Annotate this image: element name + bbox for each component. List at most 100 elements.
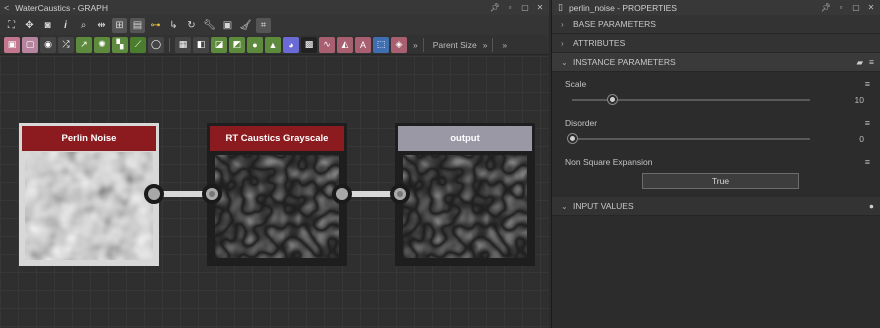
disorder-slider[interactable] xyxy=(572,138,810,140)
node-title: Perlin Noise xyxy=(22,126,156,151)
material-node-icon[interactable]: ◩ xyxy=(229,36,245,53)
perlin-output-port[interactable] xyxy=(144,184,164,204)
scale-options-icon[interactable]: ≡ xyxy=(865,79,870,89)
preset-icon[interactable]: ▰ xyxy=(856,57,863,68)
connector-icon[interactable]: ⊶ xyxy=(148,18,163,33)
overflow-more-button[interactable]: » xyxy=(502,40,507,50)
warp-node-icon[interactable]: ◯ xyxy=(148,36,164,53)
curve-node-icon[interactable]: ↗ xyxy=(76,36,92,53)
caustics-output-port[interactable] xyxy=(332,184,352,204)
sphere-node-icon[interactable]: ● xyxy=(247,36,263,53)
close-icon[interactable]: ✕ xyxy=(535,2,545,12)
toolbar-more-button[interactable]: » xyxy=(413,40,418,50)
output-input-port[interactable] xyxy=(390,184,410,204)
disorder-value[interactable]: 0 xyxy=(859,134,864,144)
export-icon[interactable]: ▣ xyxy=(220,18,235,33)
toolbar-divider xyxy=(169,37,170,52)
blur-node-icon[interactable]: ◉ xyxy=(40,36,56,53)
chevron-down-icon: ⌄ xyxy=(561,57,568,67)
chevron-right-icon: › xyxy=(561,19,564,29)
maximize-icon[interactable]: ▢ xyxy=(520,2,530,12)
pin-icon[interactable]: 📌︎ xyxy=(490,2,500,12)
node-perlin-noise[interactable]: Perlin Noise xyxy=(19,123,159,266)
restore-icon[interactable]: ▫ xyxy=(505,2,515,12)
bitmap-node-icon[interactable]: ▢ xyxy=(22,36,38,53)
shuffle-node-icon[interactable]: ⤮ xyxy=(58,36,74,53)
cube-node-icon[interactable]: ◧ xyxy=(193,36,209,53)
pan-icon[interactable]: ✥ xyxy=(22,18,37,33)
graph-canvas[interactable]: Perlin Noise RT Caustics Grayscale outpu… xyxy=(0,56,549,328)
section-attributes[interactable]: › ATTRIBUTES xyxy=(552,34,880,53)
paint-node-icon[interactable]: ◈ xyxy=(391,36,407,53)
node-output[interactable]: output xyxy=(395,123,535,266)
chevron-right-icon: › xyxy=(561,38,564,48)
section-input-values[interactable]: ⌄ INPUT VALUES ● xyxy=(552,197,880,216)
frame-icon[interactable]: ⌗ xyxy=(256,17,271,33)
info-icon[interactable]: i xyxy=(58,18,73,33)
properties-pane: ▯ perlin_noise - PROPERTIES 📌︎ ▫ ▢ ✕ › B… xyxy=(551,0,880,328)
menu-icon[interactable]: ≡ xyxy=(869,57,874,68)
curve2-node-icon[interactable]: ∿ xyxy=(319,36,335,53)
node-thumbnail xyxy=(25,152,153,260)
app-window: < WaterCaustics - GRAPH 📌︎ ▫ ▢ ✕ ⛶ ✥ ◙ i… xyxy=(0,0,880,328)
restore-icon[interactable]: ▫ xyxy=(836,2,846,12)
table-icon[interactable]: ▤ xyxy=(130,17,145,33)
share-icon[interactable]: < xyxy=(4,3,9,13)
frame-all-icon[interactable]: ⛶ xyxy=(4,18,19,33)
section-instance-parameters[interactable]: ⌄ INSTANCE PARAMETERS ▰ ≡ xyxy=(552,53,880,72)
wire-caustics-to-output xyxy=(350,191,394,197)
graph-title-bar: < WaterCaustics - GRAPH 📌︎ ▫ ▢ ✕ xyxy=(0,0,549,15)
wire-perlin-to-caustics xyxy=(162,191,206,197)
section-label: INSTANCE PARAMETERS xyxy=(573,57,676,67)
maximize-icon[interactable]: ▢ xyxy=(851,2,861,12)
link-nodes-icon[interactable]: ⇹ xyxy=(94,18,109,33)
pattern-node-icon[interactable]: ▩ xyxy=(301,36,317,53)
clean-icon[interactable]: 🧹︎ xyxy=(238,18,253,33)
route-icon[interactable]: ↳ xyxy=(166,18,181,33)
camera-icon[interactable]: ◙ xyxy=(40,18,55,33)
disorder-slider-knob[interactable] xyxy=(568,134,577,143)
gradient-node-icon[interactable]: ⟋ xyxy=(130,36,146,53)
pin-icon[interactable]: 📌︎ xyxy=(821,2,831,12)
scale-label: Scale xyxy=(565,79,587,89)
node-title: output xyxy=(398,126,532,151)
refresh-icon[interactable]: ↻ xyxy=(184,18,199,33)
node-rt-caustics-grayscale[interactable]: RT Caustics Grayscale xyxy=(207,123,347,266)
parent-size-more-button[interactable]: » xyxy=(483,40,488,50)
section-label: ATTRIBUTES xyxy=(573,38,626,48)
section-label: INPUT VALUES xyxy=(573,201,634,211)
mirror-node-icon[interactable]: ◭ xyxy=(337,36,353,53)
disorder-options-icon[interactable]: ≡ xyxy=(865,118,870,128)
non-square-expansion-label: Non Square Expansion xyxy=(565,157,653,167)
nse-options-icon[interactable]: ≡ xyxy=(865,157,870,167)
properties-window-title: perlin_noise - PROPERTIES xyxy=(568,2,677,13)
scale-slider-knob[interactable] xyxy=(608,95,618,104)
graph-window-title: WaterCaustics - GRAPH xyxy=(15,2,108,13)
fill-node-icon[interactable]: ◪ xyxy=(211,36,227,53)
section-label: BASE PARAMETERS xyxy=(573,19,656,29)
color-node-icon[interactable]: ◕ xyxy=(283,36,299,53)
document-icon: ▯ xyxy=(558,2,563,12)
scale-value[interactable]: 10 xyxy=(855,95,864,105)
section-base-parameters[interactable]: › BASE PARAMETERS xyxy=(552,15,880,34)
layout-icon[interactable]: ⊞ xyxy=(112,17,127,33)
fx-node-icon[interactable]: ✺ xyxy=(94,36,110,53)
transform-node-icon[interactable]: ⬚ xyxy=(373,36,389,53)
parent-size-dropdown[interactable]: Parent Size xyxy=(433,40,477,50)
node-thumbnail xyxy=(215,155,339,258)
wrench-icon[interactable]: 🔧︎ xyxy=(202,18,217,33)
caustics-input-port[interactable] xyxy=(202,184,222,204)
terrain-node-icon[interactable]: ▲ xyxy=(265,36,281,53)
image-node-icon[interactable]: ▣ xyxy=(4,36,20,53)
node-library-bar: ▣ ▢ ◉ ⤮ ↗ ✺ ▚ ⟋ ◯ ▦ ◧ ◪ ◩ ● ▲ ◕ ▩ ∿ ◭ A … xyxy=(0,35,549,55)
search-icon[interactable]: ⌕ xyxy=(76,18,91,33)
toolbar-divider xyxy=(422,37,424,52)
grid-node-icon[interactable]: ▦ xyxy=(175,36,191,53)
text-node-icon[interactable]: A xyxy=(355,36,371,53)
noise-node-icon[interactable]: ▚ xyxy=(112,36,128,53)
node-thumbnail xyxy=(403,155,527,258)
non-square-expansion-toggle[interactable]: True xyxy=(642,173,799,189)
add-input-icon[interactable]: ● xyxy=(869,201,874,211)
close-icon[interactable]: ✕ xyxy=(866,2,876,12)
graph-toolbar: ⛶ ✥ ◙ i ⌕ ⇹ ⊞ ▤ ⊶ ↳ ↻ 🔧︎ ▣ 🧹︎ ⌗ xyxy=(0,15,549,35)
